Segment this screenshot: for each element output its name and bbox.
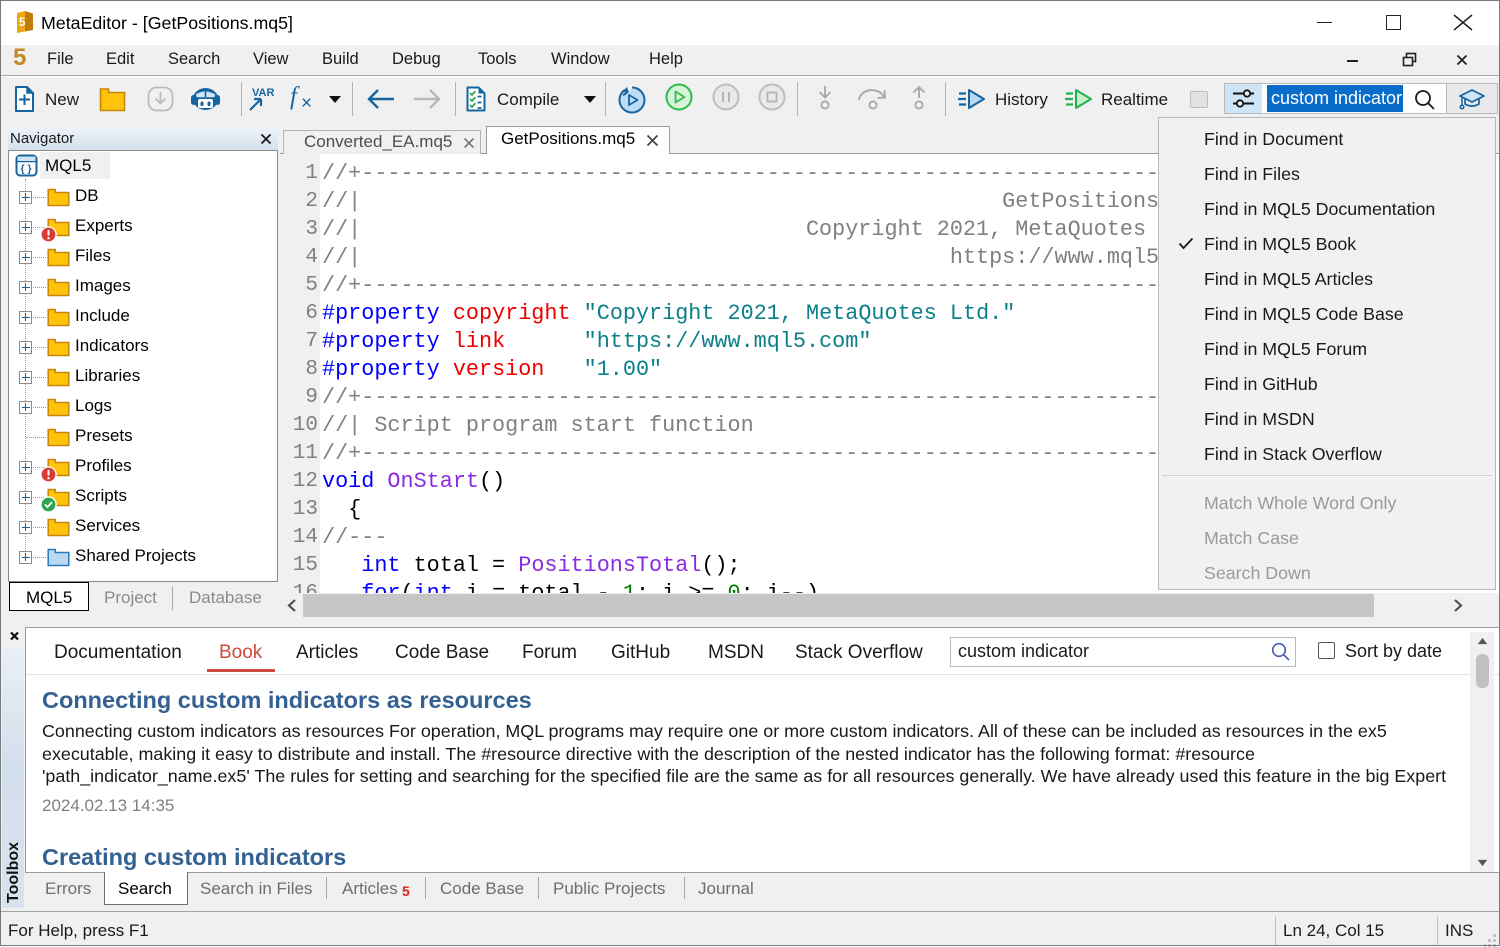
- svg-text:5: 5: [19, 17, 26, 29]
- svg-text:VAR: VAR: [252, 87, 274, 99]
- svg-text:{ }: { }: [21, 163, 32, 175]
